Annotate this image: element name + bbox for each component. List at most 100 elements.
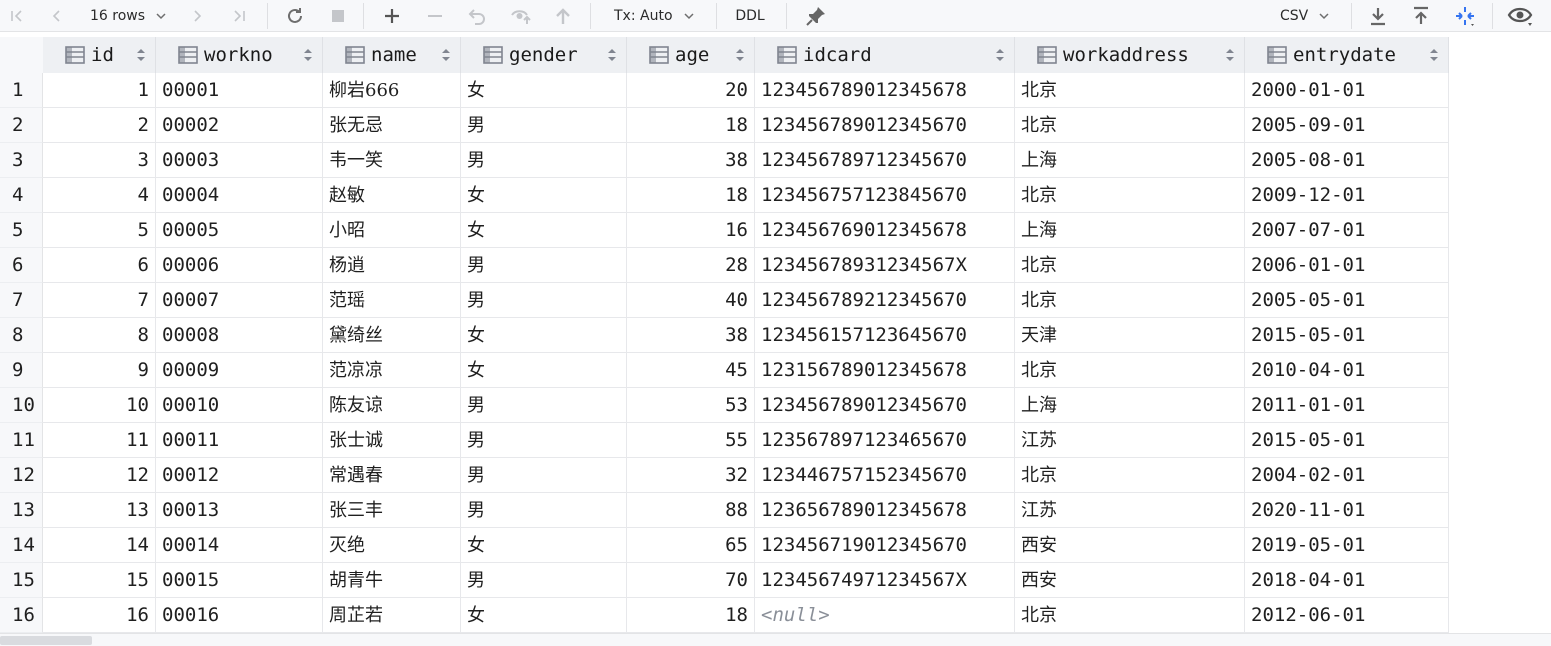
table-row[interactable]: 11 11 00011 张士诚男 55 123567897123465670 江苏 2015-… — [0, 423, 1449, 458]
table-row[interactable]: 13 13 00013 张三丰男 88 123656789012345678 江苏 2020-… — [0, 493, 1449, 528]
refresh-button[interactable] — [282, 0, 308, 31]
cell-workaddress[interactable]: 西安 — [1015, 563, 1245, 598]
column-header-age[interactable]: age — [627, 37, 755, 73]
sort-arrows-icon[interactable] — [303, 48, 313, 62]
cell-workaddress[interactable]: 北京 — [1015, 283, 1245, 318]
cell-workaddress[interactable]: 江苏 — [1015, 423, 1245, 458]
cell-workaddress[interactable]: 北京 — [1015, 178, 1245, 213]
table-row[interactable]: 1 1 00001 柳岩666 女 20 123456789012345678 北京 2000-… — [0, 73, 1449, 108]
cell-workno[interactable]: 00010 — [156, 388, 323, 423]
table-row[interactable]: 14 14 00014 灭绝女 65 123456719012345670 西安 2019-0… — [0, 528, 1449, 563]
cell-id[interactable]: 3 — [43, 143, 156, 178]
cell-age[interactable]: 18 — [627, 178, 755, 213]
cell-idcard[interactable]: 123156789012345678 — [755, 353, 1015, 388]
table-row[interactable]: 7 7 00007 范瑶男 40 123456789212345670 北京 2005-05-… — [0, 283, 1449, 318]
delete-row-button[interactable] — [422, 0, 448, 31]
cell-age[interactable]: 40 — [627, 283, 755, 318]
cell-workaddress[interactable]: 北京 — [1015, 248, 1245, 283]
cell-gender[interactable]: 男 — [461, 283, 627, 318]
cell-gender[interactable]: 男 — [461, 458, 627, 493]
compare-button[interactable] — [1450, 0, 1480, 31]
cell-gender[interactable]: 女 — [461, 598, 627, 633]
sort-arrows-icon[interactable] — [1429, 48, 1439, 62]
cell-gender[interactable]: 女 — [461, 178, 627, 213]
table-row[interactable]: 5 5 00005 小昭女 16 123456769012345678 上海 2007-07-… — [0, 213, 1449, 248]
submit-preview-button[interactable] — [507, 0, 535, 31]
rows-per-page-dropdown[interactable]: 16 rows — [84, 0, 172, 31]
cell-id[interactable]: 2 — [43, 108, 156, 143]
table-row[interactable]: 3 3 00003 韦一笑男 38 123456789712345670 上海 2005-08… — [0, 143, 1449, 178]
table-row[interactable]: 4 4 00004 赵敏女 18 123456757123845670 北京 2009-12-… — [0, 178, 1449, 213]
cell-id[interactable]: 10 — [43, 388, 156, 423]
sort-arrows-icon[interactable] — [136, 48, 146, 62]
view-options-button[interactable] — [1504, 0, 1538, 31]
column-header-name[interactable]: name — [323, 37, 461, 73]
cell-entrydate[interactable]: 2012-06-01 — [1245, 598, 1449, 633]
stop-button[interactable] — [325, 0, 351, 31]
cell-name[interactable]: 常遇春 — [323, 458, 461, 493]
cell-entrydate[interactable]: 2007-07-01 — [1245, 213, 1449, 248]
table-row[interactable]: 16 16 00016 周芷若女 18 <null> 北京 2012-06-01 — [0, 598, 1449, 633]
cell-gender[interactable]: 女 — [461, 73, 627, 108]
revert-button[interactable] — [465, 0, 491, 31]
cell-id[interactable]: 8 — [43, 318, 156, 353]
column-header-entrydate[interactable]: entrydate — [1245, 37, 1449, 73]
cell-workno[interactable]: 00014 — [156, 528, 323, 563]
cell-workno[interactable]: 00008 — [156, 318, 323, 353]
cell-entrydate[interactable]: 2019-05-01 — [1245, 528, 1449, 563]
cell-age[interactable]: 28 — [627, 248, 755, 283]
cell-age[interactable]: 70 — [627, 563, 755, 598]
table-row[interactable]: 10 10 00010 陈友谅男 53 123456789012345670 上海 2011-… — [0, 388, 1449, 423]
cell-name[interactable]: 杨逍 — [323, 248, 461, 283]
cell-name[interactable]: 赵敏 — [323, 178, 461, 213]
column-header-gender[interactable]: gender — [461, 37, 627, 73]
cell-name[interactable]: 胡青牛 — [323, 563, 461, 598]
cell-idcard[interactable]: 123567897123465670 — [755, 423, 1015, 458]
cell-age[interactable]: 38 — [627, 143, 755, 178]
cell-gender[interactable]: 女 — [461, 528, 627, 563]
submit-button[interactable] — [550, 0, 576, 31]
sort-arrows-icon[interactable] — [995, 48, 1005, 62]
cell-workaddress[interactable]: 北京 — [1015, 353, 1245, 388]
pin-tab-button[interactable] — [802, 0, 830, 31]
cell-name[interactable]: 张三丰 — [323, 493, 461, 528]
cell-gender[interactable]: 男 — [461, 143, 627, 178]
cell-gender[interactable]: 男 — [461, 563, 627, 598]
row-number[interactable]: 12 — [0, 458, 43, 493]
column-header-workno[interactable]: workno — [156, 37, 323, 73]
cell-workno[interactable]: 00012 — [156, 458, 323, 493]
cell-entrydate[interactable]: 2020-11-01 — [1245, 493, 1449, 528]
cell-gender[interactable]: 男 — [461, 108, 627, 143]
row-number[interactable]: 1 — [0, 73, 43, 108]
table-row[interactable]: 2 2 00002 张无忌男 18 123456789012345670 北京 2005-09… — [0, 108, 1449, 143]
cell-id[interactable]: 12 — [43, 458, 156, 493]
column-header-workaddress[interactable]: workaddress — [1015, 37, 1245, 73]
cell-entrydate[interactable]: 2005-05-01 — [1245, 283, 1449, 318]
cell-gender[interactable]: 女 — [461, 213, 627, 248]
row-number[interactable]: 7 — [0, 283, 43, 318]
table-row[interactable]: 9 9 00009 范凉凉女 45 123156789012345678 北京 2010-04… — [0, 353, 1449, 388]
row-number[interactable]: 9 — [0, 353, 43, 388]
cell-name[interactable]: 韦一笑 — [323, 143, 461, 178]
cell-entrydate[interactable]: 2004-02-01 — [1245, 458, 1449, 493]
row-number[interactable]: 3 — [0, 143, 43, 178]
cell-idcard[interactable]: 12345674971234567X — [755, 563, 1015, 598]
table-row[interactable]: 12 12 00012 常遇春男 32 123446757152345670 北京 2004-… — [0, 458, 1449, 493]
cell-entrydate[interactable]: 2015-05-01 — [1245, 318, 1449, 353]
cell-name[interactable]: 柳岩666 — [323, 73, 461, 108]
next-page-button[interactable] — [184, 0, 210, 31]
cell-gender[interactable]: 男 — [461, 423, 627, 458]
cell-age[interactable]: 18 — [627, 598, 755, 633]
cell-entrydate[interactable]: 2011-01-01 — [1245, 388, 1449, 423]
cell-name[interactable]: 范凉凉 — [323, 353, 461, 388]
cell-name[interactable]: 黛绮丝 — [323, 318, 461, 353]
cell-id[interactable]: 9 — [43, 353, 156, 388]
cell-entrydate[interactable]: 2010-04-01 — [1245, 353, 1449, 388]
cell-workaddress[interactable]: 北京 — [1015, 108, 1245, 143]
export-data-button[interactable] — [1365, 0, 1391, 31]
cell-gender[interactable]: 女 — [461, 318, 627, 353]
cell-workno[interactable]: 00001 — [156, 73, 323, 108]
column-header-idcard[interactable]: idcard — [755, 37, 1015, 73]
column-header-id[interactable]: id — [43, 37, 156, 73]
transaction-mode-dropdown[interactable]: Tx: Auto — [606, 0, 702, 31]
